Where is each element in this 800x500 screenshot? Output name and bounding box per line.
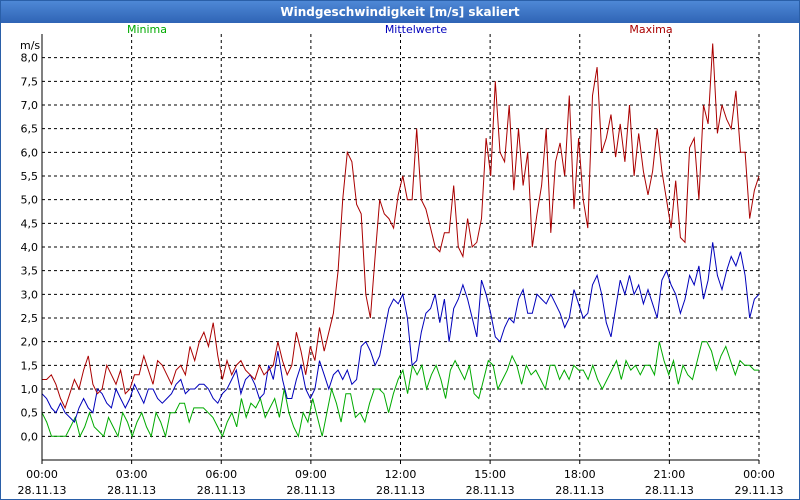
y-tick-label: 3,5 bbox=[21, 265, 39, 278]
y-tick-label: 2,0 bbox=[21, 336, 39, 349]
legend-item-minima: Minima bbox=[127, 23, 167, 36]
y-tick-label: 2,5 bbox=[21, 312, 39, 325]
x-tick-time: 00:00 bbox=[26, 468, 58, 481]
y-tick-label: 5,5 bbox=[21, 170, 39, 183]
y-tick-label: 3,0 bbox=[21, 288, 39, 301]
x-tick-time: 18:00 bbox=[564, 468, 596, 481]
x-tick-time: 21:00 bbox=[654, 468, 686, 481]
x-tick-date: 28.11.13 bbox=[18, 484, 67, 497]
y-tick-label: 6,0 bbox=[21, 146, 39, 159]
x-tick-time: 06:00 bbox=[205, 468, 237, 481]
y-tick-label: 7,5 bbox=[21, 75, 39, 88]
x-tick-time: 12:00 bbox=[385, 468, 417, 481]
y-axis-label: m/s bbox=[20, 39, 40, 52]
y-tick-label: 6,5 bbox=[21, 123, 39, 136]
y-tick-label: 8,0 bbox=[21, 52, 39, 65]
y-tick-labels: 0,0 0,5 1,0 1,5 2,0 2,5 3,0 3,5 4,0 4,5 5,0 5,5 6,0 6… bbox=[21, 52, 39, 444]
wind-speed-chart: m/s 0,0 0,5 1,0 1,5 2,0 2,5 3,0 3,5 4,0 4,5 5,0 5,5… bbox=[18, 23, 784, 497]
x-tick-date: 28.11.13 bbox=[107, 484, 156, 497]
y-tick-label: 1,0 bbox=[21, 383, 39, 396]
y-tick-label: 4,5 bbox=[21, 217, 39, 230]
y-tick-label: 5,0 bbox=[21, 194, 39, 207]
x-tick-time: 15:00 bbox=[474, 468, 506, 481]
x-tick-time: 00:00 bbox=[743, 468, 775, 481]
x-tick-date: 28.11.13 bbox=[645, 484, 694, 497]
x-tick-date: 28.11.13 bbox=[466, 484, 515, 497]
y-tick-label: 7,0 bbox=[21, 99, 39, 112]
x-tick-time: 03:00 bbox=[116, 468, 148, 481]
x-tick-date: 28.11.13 bbox=[555, 484, 604, 497]
y-tick-label: 4,0 bbox=[21, 241, 39, 254]
legend-item-mittelwerte: Mittelwerte bbox=[385, 23, 448, 36]
y-tick-label: 1,5 bbox=[21, 359, 39, 372]
y-tick-label: 0,5 bbox=[21, 407, 39, 420]
x-tick-date: 28.11.13 bbox=[197, 484, 246, 497]
x-tick-labels: 00:00 28.11.13 03:00 28.11.13 06:00 28.11.13 0… bbox=[18, 460, 784, 497]
x-tick-time: 09:00 bbox=[295, 468, 327, 481]
x-tick-date: 29.11.13 bbox=[735, 484, 784, 497]
x-tick-date: 28.11.13 bbox=[376, 484, 425, 497]
x-tick-date: 28.11.13 bbox=[286, 484, 335, 497]
y-tick-label: 0,0 bbox=[21, 430, 39, 443]
legend-item-maxima: Maxima bbox=[629, 23, 672, 36]
